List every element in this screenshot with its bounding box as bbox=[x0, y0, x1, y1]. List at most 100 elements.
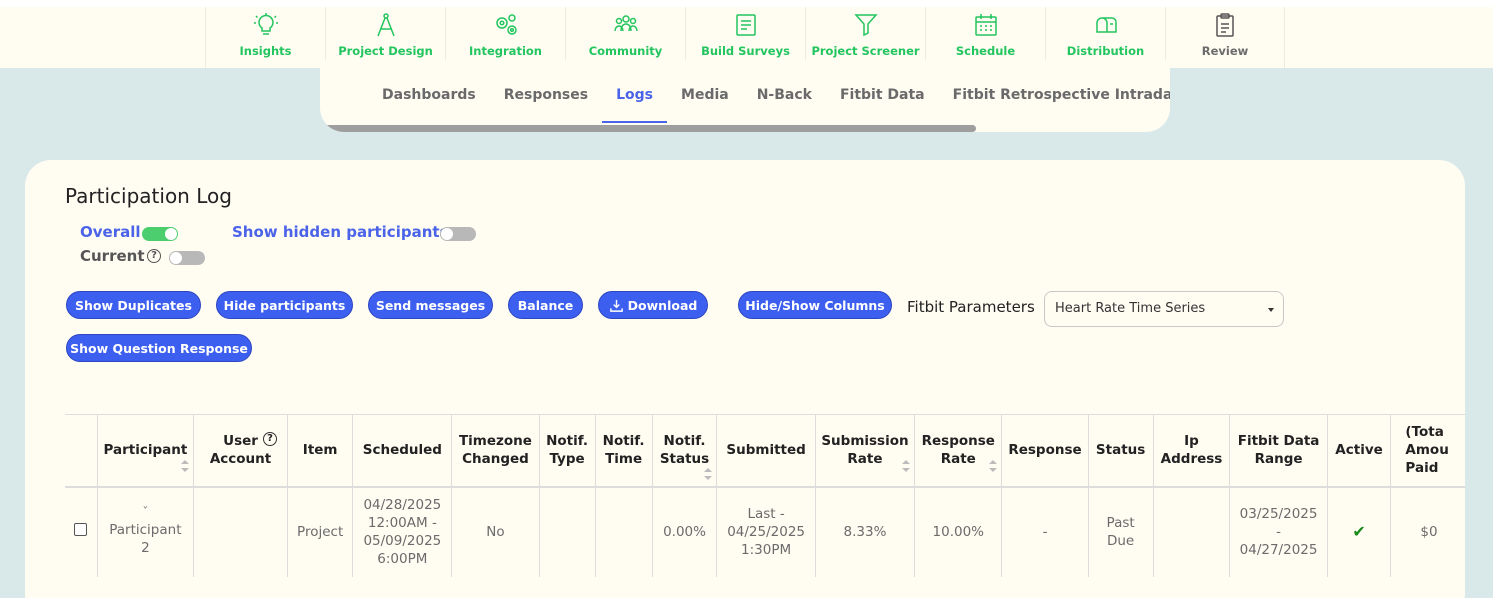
nav-build-surveys[interactable]: Build Surveys bbox=[685, 7, 805, 68]
cell-notif-type bbox=[538, 486, 596, 577]
header-response: Response bbox=[1001, 414, 1089, 488]
header-label: Status bbox=[659, 451, 710, 468]
row-select-cell bbox=[65, 487, 97, 577]
sort-icon[interactable] bbox=[704, 467, 713, 480]
tab-dashboards[interactable]: Dashboards bbox=[368, 87, 490, 123]
header-notif-type: Notif. Type bbox=[538, 414, 596, 488]
header-label: Type bbox=[549, 451, 585, 468]
header-active: Active bbox=[1326, 414, 1391, 488]
header-notif-status[interactable]: Notif. Status bbox=[651, 414, 717, 488]
row-checkbox[interactable] bbox=[74, 523, 88, 536]
header-scheduled: Scheduled bbox=[352, 414, 452, 488]
filter-icon bbox=[853, 14, 878, 37]
tab-row: Dashboards Responses Logs Media N-Back F… bbox=[368, 87, 1170, 123]
tabs-scrollbar[interactable] bbox=[320, 125, 976, 132]
tab-fitbit-retrospective[interactable]: Fitbit Retrospective Intraday Data bbox=[939, 87, 1170, 123]
header-timezone-changed: Timezone Changed bbox=[451, 414, 540, 488]
header-ip-address: Ip Address bbox=[1152, 414, 1230, 488]
send-messages-button[interactable]: Send messages bbox=[368, 291, 493, 319]
nav-label: Project Design bbox=[338, 44, 433, 58]
header-label: Address bbox=[1160, 451, 1223, 468]
tab-fitbit-data[interactable]: Fitbit Data bbox=[826, 87, 939, 123]
tab-n-back[interactable]: N-Back bbox=[743, 87, 826, 123]
nav-insights[interactable]: Insights bbox=[205, 7, 325, 68]
header-label: Paid bbox=[1405, 460, 1439, 477]
tab-media[interactable]: Media bbox=[667, 87, 743, 123]
nav-label: Project Screener bbox=[811, 44, 920, 58]
balance-button[interactable]: Balance bbox=[508, 291, 583, 319]
header-label: Changed bbox=[462, 451, 529, 468]
header-label: Account bbox=[209, 451, 272, 468]
nav-label: Distribution bbox=[1066, 44, 1145, 58]
nav-community[interactable]: Community bbox=[565, 7, 685, 68]
header-item: Item bbox=[287, 414, 353, 488]
download-button[interactable]: Download bbox=[598, 291, 708, 319]
show-hidden-label: Show hidden participants bbox=[232, 223, 449, 241]
header-label: Notif. bbox=[546, 433, 589, 450]
sort-icon[interactable] bbox=[181, 459, 190, 472]
current-toggle[interactable] bbox=[169, 251, 205, 265]
lightbulb-icon bbox=[253, 13, 278, 35]
overall-toggle[interactable] bbox=[142, 227, 178, 241]
hide-participants-button[interactable]: Hide participants bbox=[216, 291, 353, 319]
header-label: Fitbit Data bbox=[1237, 433, 1320, 450]
chevron-down-icon[interactable]: ˇ bbox=[102, 506, 189, 518]
header-label: Rate bbox=[940, 451, 976, 468]
table-row: ˇ Participant 2 Project 04/28/2025 12:00A… bbox=[65, 486, 1465, 577]
header-label: Range bbox=[1254, 451, 1303, 468]
fitbit-parameters-select[interactable]: Heart Rate Time Series bbox=[1044, 291, 1284, 327]
cell-item: Project bbox=[287, 486, 353, 577]
header-status: Status bbox=[1087, 414, 1154, 488]
header-label: Time bbox=[605, 451, 643, 468]
help-icon[interactable]: ? bbox=[263, 432, 278, 446]
cell-submitted: Last - 04/25/2025 1:30PM bbox=[716, 486, 816, 577]
compass-icon bbox=[376, 13, 395, 37]
select-value: Heart Rate Time Series bbox=[1055, 301, 1206, 316]
sort-icon[interactable] bbox=[989, 459, 998, 472]
nav-schedule[interactable]: Schedule bbox=[925, 7, 1045, 68]
cell-text: 04/25/2025 bbox=[727, 524, 805, 540]
header-label: Timezone bbox=[458, 433, 532, 450]
header-notif-time: Notif. Time bbox=[594, 414, 653, 488]
mailbox-icon bbox=[1095, 17, 1117, 33]
sort-icon[interactable] bbox=[902, 459, 911, 472]
show-question-response-button[interactable]: Show Question Response bbox=[66, 334, 252, 362]
cell-text: Due bbox=[1106, 533, 1135, 549]
cell-notif-time bbox=[594, 486, 653, 577]
calendar-icon bbox=[974, 14, 997, 36]
participation-log-card: Participation Log Overall Show hidden pa… bbox=[25, 160, 1465, 598]
header-response-rate[interactable]: Response Rate bbox=[914, 414, 1002, 488]
header-participant[interactable]: Participant bbox=[96, 414, 194, 488]
tab-logs[interactable]: Logs bbox=[602, 87, 668, 123]
cell-text: 6:00PM bbox=[377, 551, 428, 567]
header-user-account: User Account? bbox=[193, 414, 288, 488]
nav-project-screener[interactable]: Project Screener bbox=[805, 7, 925, 68]
download-label: Download bbox=[627, 297, 698, 313]
cell-text: 12:00AM - bbox=[367, 515, 437, 531]
cell-ip-address bbox=[1152, 486, 1230, 577]
top-bar: Insights Project Design Integration Comm… bbox=[0, 0, 1493, 68]
nav-project-design[interactable]: Project Design bbox=[325, 7, 445, 68]
nav-distribution[interactable]: Distribution bbox=[1045, 7, 1165, 68]
header-submitted: Submitted bbox=[716, 414, 816, 488]
hide-show-columns-button[interactable]: Hide/Show Columns bbox=[738, 291, 892, 319]
show-duplicates-button[interactable]: Show Duplicates bbox=[66, 291, 201, 319]
nav-label: Review bbox=[1201, 44, 1249, 58]
nav-label: Insights bbox=[239, 44, 292, 58]
page-title: Participation Log bbox=[65, 184, 232, 208]
nav-review[interactable]: Review bbox=[1165, 7, 1285, 68]
cell-text: 1:30PM bbox=[741, 542, 792, 558]
cell-text: Past bbox=[1106, 515, 1135, 531]
help-icon[interactable]: ? bbox=[147, 249, 161, 263]
people-icon bbox=[613, 15, 638, 32]
header-submission-rate[interactable]: Submission Rate bbox=[814, 414, 915, 488]
header-fitbit-range: Fitbit Data Range bbox=[1229, 414, 1328, 488]
clipboard-icon bbox=[1216, 13, 1234, 37]
nav-integration[interactable]: Integration bbox=[445, 7, 565, 68]
cell-text: 04/28/2025 bbox=[363, 497, 442, 513]
header-label: Ip bbox=[1184, 433, 1199, 450]
show-hidden-toggle[interactable] bbox=[440, 227, 476, 241]
gears-icon bbox=[495, 14, 517, 35]
header-total-paid: (Tota Amou Paid bbox=[1390, 414, 1465, 488]
tab-responses[interactable]: Responses bbox=[490, 87, 602, 123]
